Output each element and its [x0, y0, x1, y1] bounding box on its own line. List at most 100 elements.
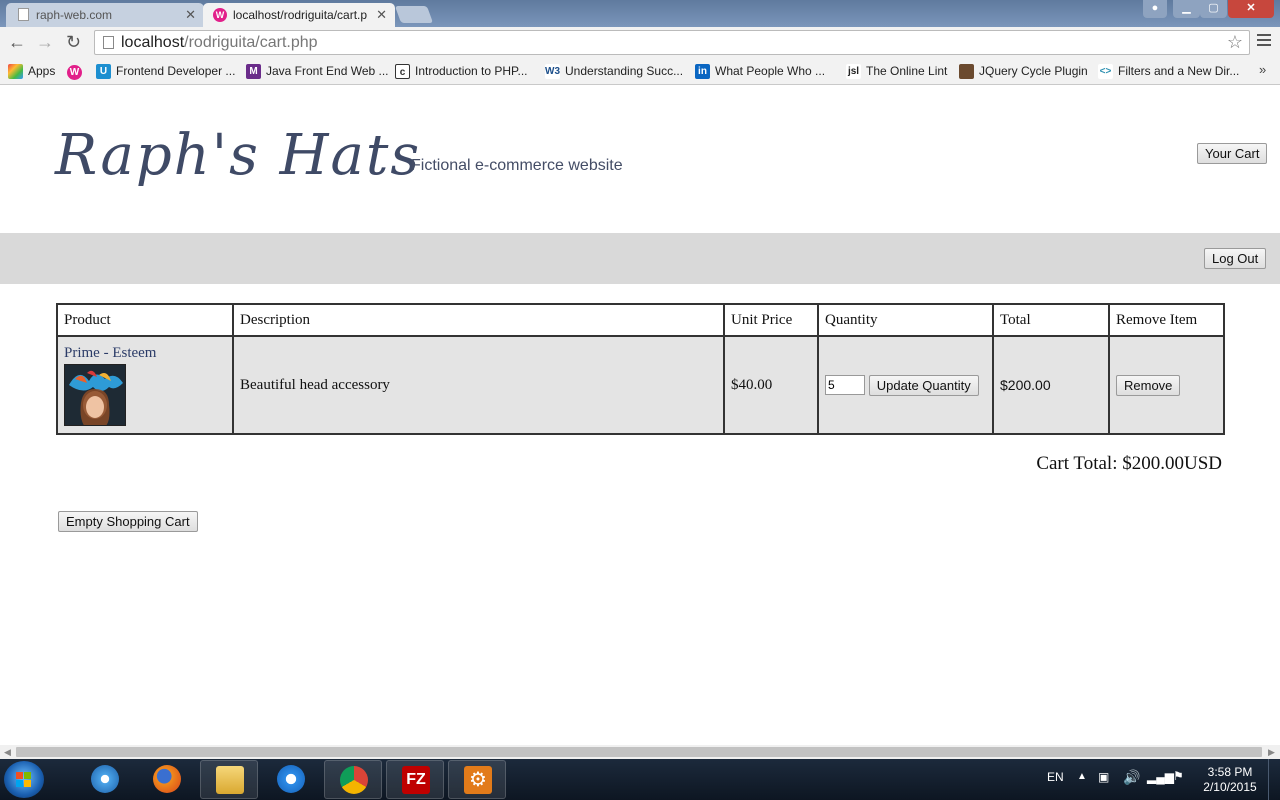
page-icon	[103, 36, 114, 49]
file-explorer-icon	[216, 766, 244, 794]
bookmark-w3-icon: W3	[545, 64, 560, 79]
language-indicator[interactable]: EN	[1047, 770, 1064, 784]
chrome-menu-icon[interactable]	[1257, 34, 1271, 48]
bookmark-label: Introduction to PHP...	[415, 64, 528, 78]
cart-table: Product Description Unit Price Quantity …	[56, 303, 1225, 435]
show-hidden-icons-icon[interactable]: ▲	[1077, 771, 1087, 782]
column-header: Description	[232, 303, 725, 337]
taskbar-chrome[interactable]	[324, 760, 382, 799]
bookmark-jquery[interactable]: JQuery Cycle Plugin	[959, 64, 1088, 79]
log-out-button[interactable]: Log Out	[1204, 248, 1267, 269]
column-header: Total	[992, 303, 1110, 337]
address-bar[interactable]: localhost/rodriguita/cart.php ☆	[94, 30, 1250, 55]
system-clock[interactable]: 3:58 PM 2/10/2015	[1200, 765, 1260, 795]
tab-title: localhost/rodriguita/cart.p	[233, 8, 368, 22]
tab-cart[interactable]: W localhost/rodriguita/cart.p ✕	[203, 3, 395, 27]
description-cell: Beautiful head accessory	[232, 335, 725, 435]
signal-icon[interactable]: ▂▄▆	[1147, 770, 1174, 784]
horizontal-scrollbar[interactable]: ◀ ▶	[0, 745, 1280, 759]
scroll-right-icon[interactable]: ▶	[1268, 745, 1275, 759]
bookmark-frontend[interactable]: U Frontend Developer ...	[96, 64, 236, 79]
column-header: Quantity	[817, 303, 994, 337]
new-tab-button[interactable]	[394, 6, 434, 23]
show-desktop-button[interactable]	[1268, 759, 1280, 800]
maximize-button[interactable]: ▢	[1200, 0, 1227, 18]
scrollbar-thumb[interactable]	[16, 747, 1262, 757]
update-quantity-button[interactable]: Update Quantity	[868, 374, 979, 396]
forward-arrow-icon[interactable]: →	[36, 32, 54, 52]
table-header-row: Product Description Unit Price Quantity …	[56, 303, 1225, 337]
w-logo-icon: W	[67, 65, 82, 80]
volume-icon[interactable]: 🔊	[1123, 769, 1140, 786]
product-link[interactable]: Prime - Esteem	[64, 345, 226, 362]
close-tab-icon[interactable]: ✕	[185, 7, 196, 23]
column-header: Unit Price	[723, 303, 819, 337]
page-icon	[18, 8, 29, 21]
bookmark-apps[interactable]: Apps	[8, 64, 56, 79]
close-tab-icon[interactable]: ✕	[376, 7, 387, 23]
bookmarks-bar: Apps W U Frontend Developer ... M Java F…	[0, 59, 1280, 85]
close-window-button[interactable]: ✕	[1228, 0, 1274, 18]
unit-price-cell: $40.00	[723, 335, 819, 435]
settings-gear-icon: ⚙	[464, 766, 492, 794]
minimize-button[interactable]: ▁	[1173, 0, 1200, 18]
jsl-icon: jsl	[846, 64, 861, 79]
column-header: Remove Item	[1108, 303, 1225, 337]
product-thumbnail[interactable]	[64, 363, 126, 426]
taskbar: FZ ⚙ EN ▲ ▣ 🔊 ▂▄▆ ⚑ 3:58 PM 2/10/2015	[0, 759, 1280, 800]
bookmark-label: Java Front End Web ...	[266, 64, 389, 78]
bookmark-php[interactable]: c Introduction to PHP...	[395, 64, 528, 79]
filezilla-icon: FZ	[402, 766, 430, 794]
bookmark-label: What People Who ...	[715, 64, 826, 78]
taskbar-internet-explorer[interactable]	[262, 760, 320, 799]
action-center-flag-icon[interactable]: ⚑	[1173, 769, 1184, 783]
taskbar-settings[interactable]: ⚙	[448, 760, 506, 799]
bookmark-understanding[interactable]: W3 Understanding Succ...	[545, 64, 684, 79]
network-tray-icon[interactable]: ▣	[1098, 770, 1109, 784]
bookmark-label: Filters and a New Dir...	[1118, 64, 1240, 78]
clock-time: 3:58 PM	[1207, 765, 1253, 779]
bookmark-label: Understanding Succ...	[565, 64, 684, 78]
browser-chrome: raph-web.com ✕ W localhost/rodriguita/ca…	[0, 0, 1280, 85]
scroll-left-icon[interactable]: ◀	[4, 745, 11, 759]
photo-bookmark-icon	[959, 64, 974, 79]
w-logo-icon: W	[213, 8, 227, 22]
table-row: Prime - Esteem Beautiful head accessory …	[56, 335, 1225, 435]
user-profile-icon[interactable]: ●	[1143, 0, 1167, 18]
bookmark-linkedin[interactable]: in What People Who ...	[695, 64, 826, 79]
bookmark-label: Apps	[28, 64, 56, 78]
your-cart-button[interactable]: Your Cart	[1197, 143, 1268, 164]
safari-icon	[91, 765, 119, 793]
remove-item-button[interactable]: Remove	[1116, 374, 1181, 396]
back-arrow-icon[interactable]: ←	[8, 32, 26, 52]
bookmark-java[interactable]: M Java Front End Web ...	[246, 64, 389, 79]
site-logo[interactable]: Raph's Hats	[55, 123, 421, 188]
quantity-input[interactable]	[825, 375, 865, 395]
remove-cell: Remove	[1108, 335, 1225, 435]
bookmark-label: The Online Lint	[866, 64, 948, 78]
bookmark-filters[interactable]: <> Filters and a New Dir...	[1098, 64, 1240, 79]
page-content: Raph's Hats Fictional e-commerce website…	[0, 85, 1280, 745]
cart-total: Cart Total: $200.00USD	[1036, 453, 1222, 474]
taskbar-file-explorer[interactable]	[200, 760, 258, 799]
start-button[interactable]	[4, 761, 44, 798]
column-header: Product	[56, 303, 234, 337]
clock-date: 2/10/2015	[1203, 780, 1257, 794]
more-bookmarks-chevron-icon[interactable]: »	[1259, 62, 1266, 77]
reload-icon[interactable]: ↻	[66, 32, 81, 52]
taskbar-firefox[interactable]	[138, 760, 196, 799]
empty-cart-button[interactable]: Empty Shopping Cart	[58, 511, 198, 532]
bookmark-star-icon[interactable]: ☆	[1227, 32, 1243, 53]
tab-raph-web[interactable]: raph-web.com ✕	[6, 3, 204, 27]
bookmark-label: Frontend Developer ...	[116, 64, 236, 78]
internet-explorer-icon	[277, 765, 305, 793]
taskbar-filezilla[interactable]: FZ	[386, 760, 444, 799]
tab-strip: raph-web.com ✕ W localhost/rodriguita/ca…	[0, 0, 1280, 27]
taskbar-safari[interactable]	[76, 760, 134, 799]
chrome-icon	[340, 766, 368, 794]
total-cell: $200.00	[992, 335, 1110, 435]
bookmark-w[interactable]: W	[67, 64, 82, 80]
bookmark-c-icon: c	[395, 64, 410, 79]
url-text[interactable]: localhost/rodriguita/cart.php	[121, 34, 318, 52]
bookmark-lint[interactable]: jsl The Online Lint	[846, 64, 948, 79]
